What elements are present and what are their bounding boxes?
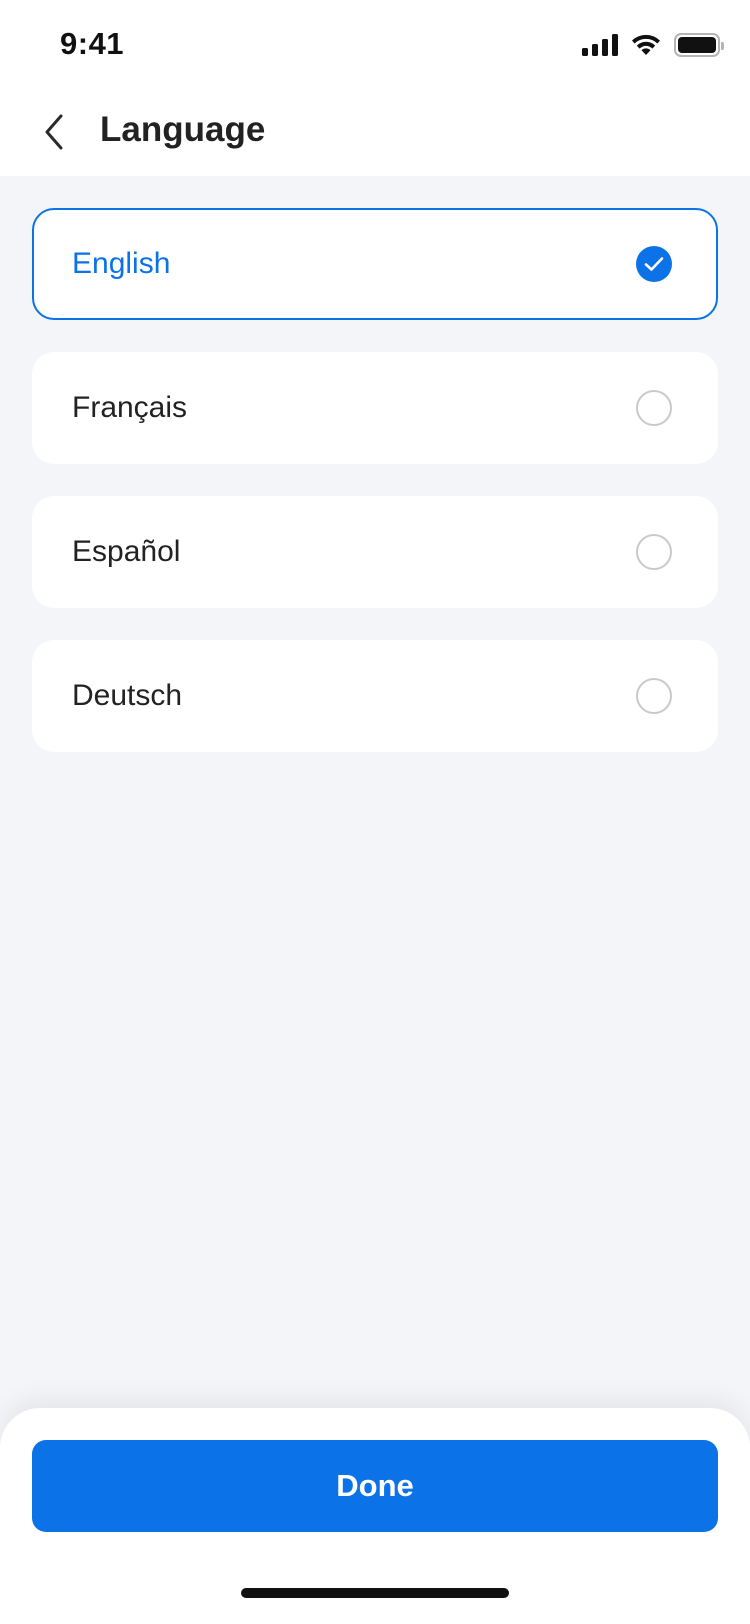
language-option-francais[interactable]: Français [32, 352, 718, 464]
cellular-signal-icon [582, 34, 618, 56]
home-indicator [241, 1588, 509, 1598]
language-label: English [72, 247, 171, 280]
page-title: Language [100, 110, 266, 149]
language-option-espanol[interactable]: Español [32, 496, 718, 608]
radio-unchecked-icon[interactable] [636, 678, 672, 714]
done-button[interactable]: Done [32, 1440, 718, 1532]
battery-icon [674, 33, 724, 57]
language-label: Español [72, 535, 181, 568]
language-label: Français [72, 391, 188, 424]
header: Language [0, 90, 750, 176]
language-label: Deutsch [72, 679, 183, 712]
language-option-english[interactable]: English [32, 208, 718, 320]
radio-checked-icon[interactable] [636, 246, 672, 282]
language-list: English Français Español Deutsch [32, 208, 718, 784]
checkmark-icon [644, 257, 664, 271]
status-time: 9:41 [60, 26, 125, 61]
language-option-deutsch[interactable]: Deutsch [32, 640, 718, 752]
bottom-action-bar: Done [0, 1408, 750, 1624]
status-bar: 9:41 [0, 0, 750, 90]
status-icons [582, 30, 724, 60]
language-screen: 9:41 Language English Français Español D… [0, 0, 750, 1624]
wifi-icon [632, 34, 660, 55]
radio-unchecked-icon[interactable] [636, 390, 672, 426]
back-button[interactable] [26, 104, 82, 160]
chevron-left-icon [45, 114, 63, 150]
radio-unchecked-icon[interactable] [636, 534, 672, 570]
